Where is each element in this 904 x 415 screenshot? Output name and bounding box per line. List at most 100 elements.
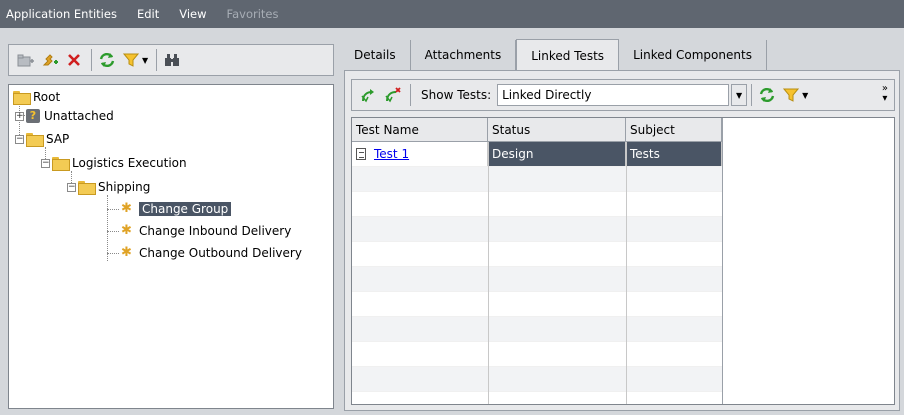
tab-linked-tests[interactable]: Linked Tests: [516, 39, 620, 71]
remove-link-button[interactable]: [382, 84, 404, 106]
tree-node-label: SAP: [46, 132, 70, 146]
cell-status[interactable]: Design: [488, 142, 626, 166]
entity-tree[interactable]: Root + ? Unattached − SAP − Logistics Ex…: [8, 84, 334, 409]
tree-node-label: Change Inbound Delivery: [139, 224, 292, 238]
remove-link-icon: [385, 87, 401, 103]
menu-edit[interactable]: Edit: [137, 7, 159, 21]
table-row[interactable]: Test 1 Design Tests: [352, 142, 722, 167]
delete-icon: [68, 54, 80, 66]
linked-tests-panel: Show Tests: Linked Directly ▼ ▼ » ▾ Test…: [344, 70, 900, 411]
empty-row: [352, 342, 722, 367]
tree-node-label: Change Outbound Delivery: [139, 246, 302, 260]
tree-node-label: Root: [33, 90, 61, 104]
test-document-icon: [356, 148, 366, 160]
expand-icon[interactable]: +: [15, 111, 24, 121]
tree-connector: [107, 253, 119, 254]
column-header-test-name[interactable]: Test Name: [352, 118, 488, 142]
details-pane: Details Attachments Linked Tests Linked …: [340, 28, 904, 415]
folder-icon: [13, 91, 31, 105]
tree-connector: [107, 231, 119, 232]
find-icon: [165, 54, 180, 66]
find-button[interactable]: [161, 49, 183, 71]
refresh-icon: [759, 87, 775, 103]
empty-row: [352, 217, 722, 242]
collapse-icon[interactable]: −: [67, 182, 76, 192]
filter-dropdown-arrow[interactable]: ▼: [142, 56, 148, 65]
refresh-tests-button[interactable]: [756, 84, 778, 106]
new-entity-icon: [42, 54, 58, 66]
delete-button[interactable]: [63, 49, 85, 71]
component-icon: ✱: [121, 245, 132, 260]
filter-dropdown-arrow[interactable]: ▼: [802, 91, 808, 100]
filter-icon: [783, 88, 800, 102]
filter-button[interactable]: [120, 49, 142, 71]
unattached-icon: ?: [26, 109, 40, 123]
tab-attachments[interactable]: Attachments: [410, 40, 517, 70]
empty-row: [352, 192, 722, 217]
tree-node-label: Change Group: [139, 202, 232, 216]
refresh-icon: [99, 52, 115, 68]
filter-tests-button[interactable]: [780, 84, 802, 106]
menu-bar: Application Entities Edit View Favorites: [0, 0, 904, 28]
component-icon: ✱: [121, 223, 132, 238]
menu-view[interactable]: View: [179, 7, 206, 21]
empty-row: [352, 292, 722, 317]
new-entity-button[interactable]: [39, 49, 61, 71]
folder-icon: [26, 133, 44, 147]
toolbar-overflow-icon[interactable]: » ▾: [882, 84, 888, 104]
collapse-icon[interactable]: −: [41, 158, 50, 168]
filter-icon: [123, 53, 139, 67]
cell-test-name[interactable]: Test 1: [352, 142, 488, 166]
column-divider: [626, 142, 627, 404]
empty-row: [352, 267, 722, 292]
toolbar-separator: [91, 49, 92, 71]
tree-toolbar: ▼: [8, 44, 334, 76]
column-header-status[interactable]: Status: [488, 118, 626, 142]
folder-icon: [78, 181, 96, 195]
show-tests-label: Show Tests:: [421, 88, 492, 102]
tab-bar: Details Attachments Linked Tests Linked …: [340, 39, 767, 71]
column-divider: [722, 118, 723, 404]
tree-node-label: Logistics Execution: [72, 156, 187, 170]
empty-row: [352, 367, 722, 392]
toolbar-separator: [410, 84, 411, 106]
tree-node-change-inbound-delivery[interactable]: ✱ Change Inbound Delivery: [121, 222, 291, 240]
empty-row: [352, 317, 722, 342]
folder-icon: [52, 157, 70, 171]
tree-node-logistics-execution[interactable]: − Logistics Execution: [41, 154, 187, 172]
toolbar-separator: [751, 84, 753, 106]
tree-node-sap[interactable]: − SAP: [15, 130, 69, 148]
component-icon: ✱: [121, 201, 132, 216]
tree-node-unattached[interactable]: + ? Unattached: [15, 107, 114, 125]
refresh-button[interactable]: [96, 49, 118, 71]
tree-connector: [107, 209, 119, 210]
tree-node-label: Unattached: [44, 109, 114, 123]
new-folder-button[interactable]: [15, 49, 37, 71]
linked-tests-grid[interactable]: Test Name Status Subject Test 1 Design T…: [351, 117, 895, 405]
tab-details[interactable]: Details: [340, 40, 411, 70]
tree-connector: [107, 195, 108, 261]
menu-application-entities[interactable]: Application Entities: [6, 7, 117, 21]
tree-node-change-group[interactable]: ✱ Change Group: [121, 200, 232, 218]
test-link[interactable]: Test 1: [374, 147, 409, 161]
left-pane: ▼ Root + ? Unattached − SAP − Logistics …: [0, 28, 338, 415]
cell-subject[interactable]: Tests: [626, 142, 722, 166]
menu-favorites: Favorites: [226, 7, 279, 21]
tree-node-label: Shipping: [98, 180, 151, 194]
tree-node-change-outbound-delivery[interactable]: ✱ Change Outbound Delivery: [121, 244, 302, 262]
show-tests-select[interactable]: Linked Directly: [497, 84, 730, 106]
linked-tests-toolbar: Show Tests: Linked Directly ▼ ▼ » ▾: [351, 79, 895, 111]
empty-row: [352, 167, 722, 192]
chevron-down-icon[interactable]: ▼: [731, 84, 748, 106]
collapse-icon[interactable]: −: [15, 134, 24, 144]
tab-linked-components[interactable]: Linked Components: [619, 40, 767, 70]
add-link-icon: [361, 89, 374, 103]
toolbar-separator: [156, 49, 158, 71]
empty-row: [352, 242, 722, 267]
column-divider: [488, 142, 489, 404]
new-folder-icon: [17, 54, 34, 67]
add-link-button[interactable]: [358, 84, 380, 106]
tree-node-root[interactable]: Root: [13, 88, 60, 106]
tree-node-shipping[interactable]: − Shipping: [67, 178, 150, 196]
column-header-subject[interactable]: Subject: [626, 118, 722, 142]
